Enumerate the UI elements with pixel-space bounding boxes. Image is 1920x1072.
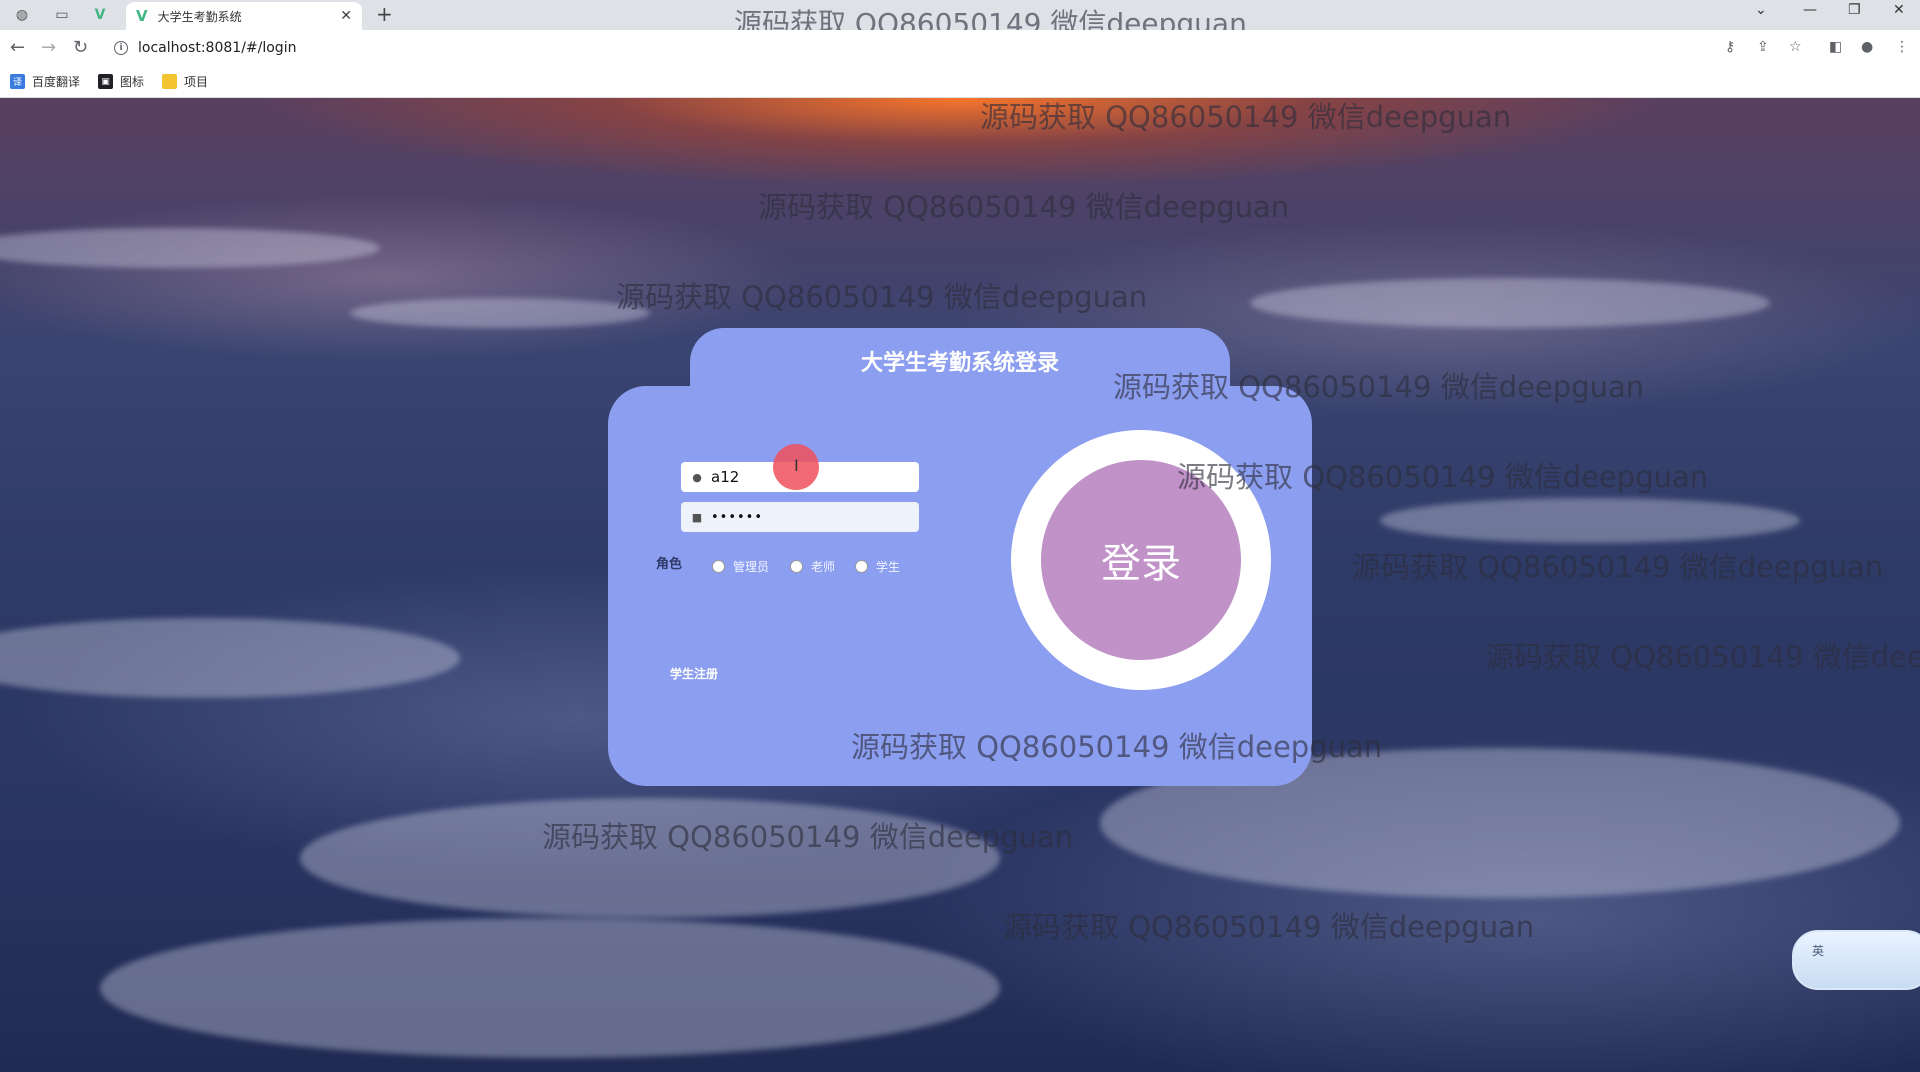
role-radio-student[interactable]: 学生: [855, 558, 900, 575]
cloud: [1250, 278, 1770, 328]
minimize-icon[interactable]: —: [1803, 2, 1817, 18]
globe-icon[interactable]: ◍: [10, 3, 34, 27]
cloud: [1380, 498, 1800, 543]
ime-mode-label: 英: [1812, 944, 1825, 958]
vue-favicon-icon: V: [136, 7, 148, 25]
password-field[interactable]: ■ ••••••: [681, 502, 919, 532]
user-icon: ●: [692, 470, 702, 484]
chevron-down-icon[interactable]: ⌄: [1755, 2, 1767, 18]
blank-tab-icon[interactable]: ▭: [50, 3, 74, 27]
site-info-icon[interactable]: i: [114, 41, 128, 55]
lock-icon: ■: [691, 510, 703, 524]
radio-label: 学生: [876, 560, 901, 574]
student-register-link[interactable]: 学生注册: [670, 665, 718, 682]
vue-icon[interactable]: V: [88, 3, 112, 27]
watermark: 源码获取 QQ86050149 微信deepguan: [542, 820, 1074, 854]
share-icon[interactable]: ⇪: [1757, 39, 1769, 55]
role-label: 角色: [656, 557, 683, 572]
image-icon: ▣: [98, 74, 114, 89]
watermark: 源码获取 QQ86050149 微信deepguan: [1485, 640, 1920, 674]
cloud: [100, 918, 1000, 1058]
watermark: 源码获取 QQ86050149 微信deepguan: [758, 190, 1290, 224]
key-icon[interactable]: ⚷: [1725, 39, 1735, 55]
tab-title: 大学生考勤系统: [157, 9, 242, 24]
radio-circle[interactable]: [712, 560, 725, 573]
bookmark-label: 图标: [120, 75, 145, 89]
translate-icon: 译: [10, 74, 25, 89]
url-text: localhost:8081/#/login: [138, 40, 297, 56]
forward-icon[interactable]: →: [41, 37, 56, 58]
bookmarks-bar: 译 百度翻译 ▣ 图标 项目: [0, 66, 1920, 98]
restore-icon[interactable]: ❐: [1848, 2, 1861, 18]
cloud: [0, 618, 460, 698]
tab-close-icon[interactable]: ✕: [340, 8, 352, 24]
menu-icon[interactable]: ⋮: [1895, 39, 1909, 55]
text-cursor-icon: I: [794, 456, 799, 475]
radio-circle[interactable]: [855, 560, 868, 573]
bookmark-label: 百度翻译: [32, 75, 81, 89]
watermark: 源码获取 QQ86050149 微信deepguan: [1003, 910, 1535, 944]
ime-widget[interactable]: 英: [1792, 930, 1920, 990]
watermark: 源码获取 QQ86050149 微信deepguan: [1352, 550, 1884, 584]
new-tab-button[interactable]: +: [376, 2, 393, 26]
folder-icon: [162, 74, 178, 89]
back-icon[interactable]: ←: [10, 37, 25, 58]
radio-circle[interactable]: [790, 560, 803, 573]
reload-icon[interactable]: ↻: [73, 37, 88, 58]
watermark: 源码获取 QQ86050149 微信deepguan: [1177, 460, 1709, 494]
radio-label: 老师: [811, 560, 836, 574]
radio-label: 管理员: [733, 560, 770, 574]
bookmark-label: 项目: [184, 75, 209, 89]
watermark: 源码获取 QQ86050149 微信deepguan: [851, 730, 1383, 764]
star-icon[interactable]: ☆: [1789, 39, 1802, 55]
cloud: [350, 298, 650, 328]
browser-toolbar: ← → ↻ i localhost:8081/#/login ⚷ ⇪ ☆ ◧ ●…: [0, 30, 1920, 66]
watermark: 源码获取 QQ86050149 微信deepguan: [980, 100, 1512, 134]
bookmark-baidu-translate[interactable]: 译 百度翻译: [10, 73, 80, 90]
watermark: 源码获取 QQ86050149 微信deepguan: [1113, 370, 1645, 404]
browser-tab-bar: ◍ ▭ V V 大学生考勤系统 ✕ + 源码获取 QQ86050149 微信de…: [0, 0, 1920, 40]
window-close-icon[interactable]: ✕: [1893, 2, 1905, 18]
role-radio-teacher[interactable]: 老师: [790, 558, 835, 575]
side-panel-icon[interactable]: ◧: [1829, 39, 1842, 55]
profile-icon[interactable]: ●: [1861, 39, 1873, 55]
address-bar[interactable]: i localhost:8081/#/login: [106, 34, 1706, 62]
bookmark-project[interactable]: 项目: [162, 73, 208, 90]
role-radio-admin[interactable]: 管理员: [712, 558, 769, 575]
cloud: [0, 228, 380, 268]
watermark: 源码获取 QQ86050149 微信deepguan: [616, 280, 1148, 314]
bookmark-icons[interactable]: ▣ 图标: [98, 73, 144, 90]
active-tab[interactable]: V 大学生考勤系统 ✕: [126, 2, 362, 30]
password-input[interactable]: ••••••: [711, 510, 763, 525]
